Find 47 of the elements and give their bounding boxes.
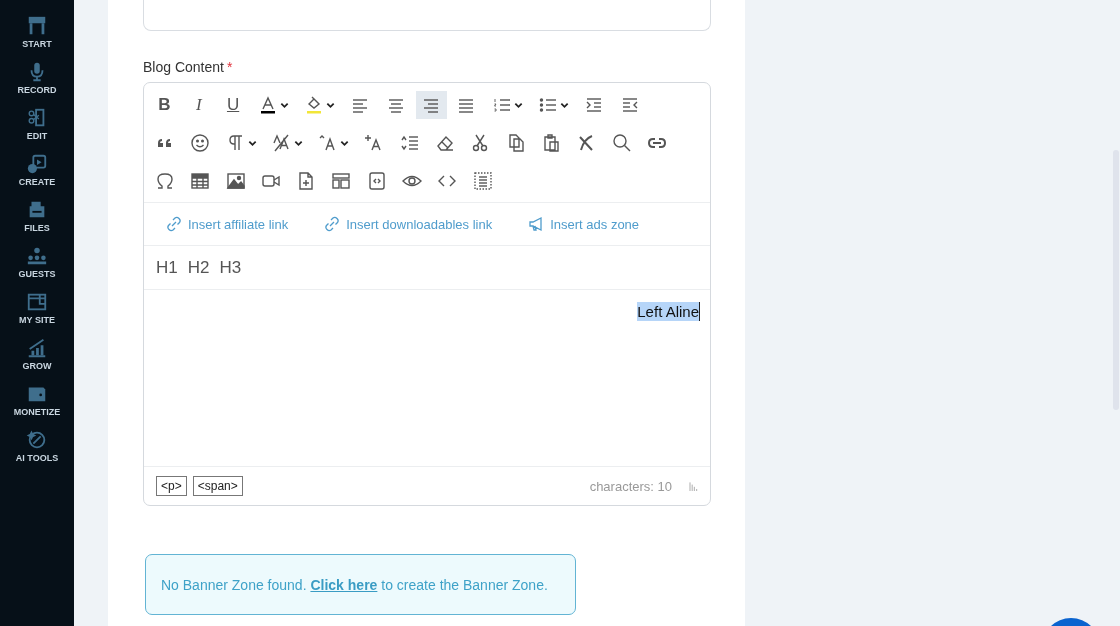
font-size-icon bbox=[271, 133, 292, 153]
sidebar-item[interactable]: GROW bbox=[1, 337, 73, 371]
heading-button[interactable]: H2 bbox=[187, 257, 210, 278]
megaphone-icon bbox=[528, 216, 545, 232]
bold-button[interactable]: B bbox=[150, 91, 180, 119]
bullet-list-icon bbox=[537, 95, 558, 115]
align-right-button[interactable] bbox=[416, 91, 448, 119]
sidebar-item[interactable]: START bbox=[1, 15, 73, 49]
editor-text: Left Aline bbox=[637, 302, 700, 321]
heading-button[interactable]: H1 bbox=[156, 257, 178, 278]
link-icon bbox=[166, 216, 182, 232]
sidebar-item[interactable]: FILES bbox=[1, 199, 73, 233]
element-path-tag[interactable]: <span> bbox=[192, 476, 243, 496]
sidebar-item[interactable]: MONETIZE bbox=[1, 383, 73, 417]
sidebar-item[interactable]: EDIT bbox=[1, 107, 73, 141]
guests-nav-icon bbox=[26, 245, 48, 267]
sidebar-item[interactable]: MY SITE bbox=[1, 291, 73, 325]
sidebar-item[interactable]: CREATE bbox=[1, 153, 73, 187]
sidebar-item[interactable]: GUESTS bbox=[1, 245, 73, 279]
ai-nav-icon bbox=[26, 429, 48, 451]
heading-button[interactable]: H3 bbox=[219, 257, 242, 278]
site-nav-icon bbox=[26, 291, 48, 313]
field-label: Blog Content * bbox=[143, 59, 233, 75]
search-icon bbox=[611, 133, 632, 153]
text-field[interactable] bbox=[143, 0, 711, 31]
table-icon bbox=[190, 171, 211, 191]
layout-icon bbox=[331, 171, 352, 191]
eraser-icon bbox=[435, 133, 456, 153]
grow-nav-icon bbox=[26, 337, 48, 359]
character-count: characters: 10 bbox=[589, 478, 672, 494]
sidebar-item[interactable]: RECORD bbox=[1, 61, 73, 95]
underline-button[interactable]: U bbox=[218, 91, 249, 119]
code-file-icon bbox=[366, 171, 387, 191]
line-height-icon bbox=[399, 133, 420, 153]
create-nav-icon bbox=[26, 153, 48, 175]
smiley-icon bbox=[190, 133, 211, 153]
notice-message: No Banner Zone found. Click here to create the Banner Zone. bbox=[145, 554, 576, 615]
start-nav-icon bbox=[26, 15, 48, 37]
image-icon bbox=[225, 171, 246, 191]
resize-grip-icon bbox=[688, 481, 698, 491]
sidebar-item[interactable]: AI TOOLS bbox=[1, 429, 73, 463]
omega-icon bbox=[155, 171, 175, 191]
required-mark: * bbox=[226, 59, 233, 75]
italic-button[interactable]: I bbox=[184, 91, 215, 119]
select-all-icon bbox=[472, 171, 493, 191]
element-path-tag[interactable]: <p> bbox=[156, 476, 187, 496]
link-icon bbox=[324, 216, 341, 232]
